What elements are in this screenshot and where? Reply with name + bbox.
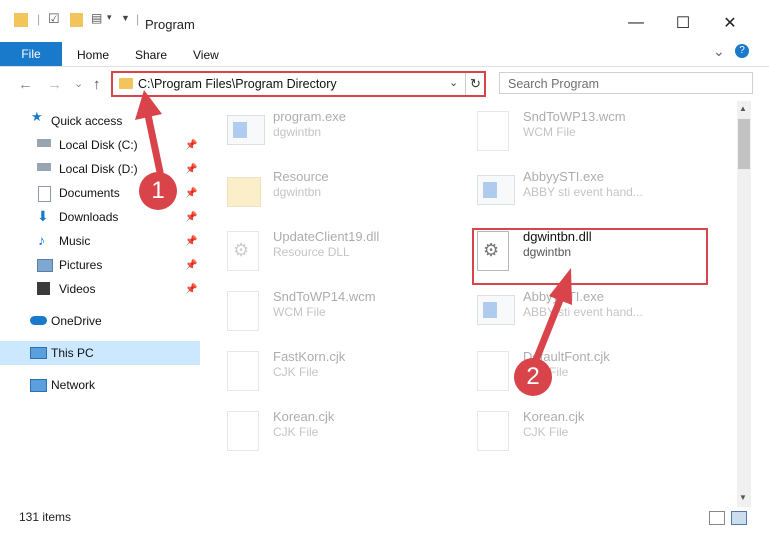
arrow-1 bbox=[135, 90, 164, 176]
step-2-badge: 2 bbox=[514, 358, 552, 396]
step-1-badge: 1 bbox=[139, 172, 177, 210]
arrow-2 bbox=[532, 268, 572, 364]
annotation-overlay bbox=[135, 90, 572, 364]
